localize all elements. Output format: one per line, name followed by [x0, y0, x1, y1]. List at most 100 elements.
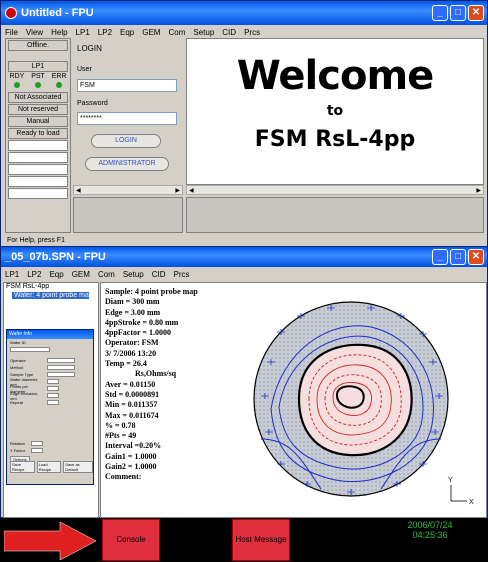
menu-prcs[interactable]: Prcs	[244, 28, 260, 37]
points-field[interactable]	[47, 386, 59, 391]
wafer-map-panel: Sample: 4 point probe map Diam = 300 mm Ed…	[100, 282, 487, 518]
scroll-right-icon[interactable]: ▶	[476, 187, 481, 194]
edge-field[interactable]	[47, 393, 59, 398]
login-panel: LOGIN User FSM Password ******** LOGIN A…	[73, 38, 183, 188]
login-lower-pane	[73, 197, 183, 233]
menu-help[interactable]: Help	[51, 28, 67, 37]
password-label: Password	[77, 100, 108, 107]
menu-cid[interactable]: CID	[152, 270, 166, 279]
host-message-button[interactable]: Host Message	[232, 519, 290, 561]
close-button[interactable]: ✕	[468, 5, 484, 21]
user-label: User	[77, 66, 92, 73]
welcome-product: FSM RsL-4pp	[254, 127, 416, 152]
stat-line: 4ppStroke = 0.80 mm	[105, 317, 179, 327]
yfactor-field[interactable]	[31, 448, 43, 453]
wafer-id-label: Wafer ID	[10, 340, 26, 345]
stat-line: Edge = 3.00 mm	[105, 307, 161, 317]
empty-status-5	[8, 188, 68, 199]
empty-status-2	[8, 152, 68, 163]
maximize-button[interactable]: □	[450, 249, 466, 265]
stat-line: Rs,Ohms/sq	[135, 369, 177, 379]
login-button[interactable]: LOGIN	[91, 134, 161, 148]
stat-line: Sample: 4 point probe map	[105, 287, 198, 296]
edge-row: Edge exclusion, mm	[7, 390, 93, 401]
empty-status-4	[8, 176, 68, 187]
window2-titlebar[interactable]: _05_07b.SPN - FPU _ □ ✕	[1, 247, 487, 267]
menu-lp1[interactable]: LP1	[76, 28, 90, 37]
rdy-label: RDY	[9, 73, 25, 80]
administrator-button[interactable]: ADMINISTRATOR	[85, 157, 169, 171]
menu-setup[interactable]: Setup	[193, 28, 214, 37]
wafer-info-dialog: Wafer Info Wafer ID Operator Method Samp…	[6, 329, 94, 485]
repeat-field[interactable]	[47, 400, 59, 405]
welcome-hscroll[interactable]: ◀ ▶	[186, 185, 484, 195]
project-tree: FSM RsL-4pp Wafer: 4 point probe ma Wafe…	[3, 282, 99, 518]
menu-prcs[interactable]: Prcs	[174, 270, 190, 279]
minimize-button[interactable]: _	[432, 249, 448, 265]
maximize-button[interactable]: □	[450, 5, 466, 21]
menu-lp1[interactable]: LP1	[5, 270, 19, 279]
diameter-field[interactable]	[47, 379, 59, 384]
stat-line: Gain2 = 1.0000	[105, 462, 157, 472]
save-default-button[interactable]: Save as Default	[63, 460, 93, 473]
edge-label: Edge exclusion, mm	[10, 390, 39, 401]
menu-com[interactable]: Com	[168, 28, 185, 37]
wafer-id-row: Wafer ID	[7, 339, 93, 346]
scroll-left-icon[interactable]: ◀	[189, 187, 194, 194]
scroll-left-icon[interactable]: ◀	[76, 187, 81, 194]
close-button[interactable]: ✕	[468, 249, 484, 265]
operator-field[interactable]	[47, 358, 75, 363]
arrow-right-icon	[4, 522, 96, 560]
minimize-button[interactable]: _	[432, 5, 448, 21]
menu-eqp[interactable]: Eqp	[49, 270, 63, 279]
stat-line: Diam = 300 mm	[105, 297, 160, 307]
scroll-right-icon[interactable]: ▶	[175, 187, 180, 194]
password-input[interactable]: ********	[77, 112, 177, 125]
load-recipe-button[interactable]: Load Recipe	[36, 460, 62, 473]
menu-file[interactable]: File	[5, 28, 18, 37]
sample-type-select[interactable]	[47, 372, 75, 377]
empty-status-1	[8, 140, 68, 151]
operator-row: Operator	[7, 357, 93, 364]
mode-status: Manual	[8, 116, 68, 127]
menu-eqp[interactable]: Eqp	[120, 28, 134, 37]
save-recipe-button[interactable]: Save Recipe	[10, 460, 35, 473]
login-hscroll[interactable]: ◀ ▶	[73, 185, 183, 195]
menu-lp2[interactable]: LP2	[27, 270, 41, 279]
menu-com[interactable]: Com	[98, 270, 115, 279]
help-statusbar: For Help, press F1	[7, 237, 65, 244]
err-led-icon	[56, 82, 63, 88]
user-input[interactable]: FSM	[77, 79, 177, 92]
tree-wafer-item[interactable]: Wafer: 4 point probe ma	[12, 292, 89, 299]
stat-line: Min = 0.011357	[105, 400, 158, 410]
login-heading: LOGIN	[77, 44, 102, 53]
wafer-map: Y X	[253, 301, 474, 506]
menu-gem[interactable]: GEM	[72, 270, 90, 279]
tree-root[interactable]: FSM RsL-4pp	[4, 283, 98, 290]
method-select[interactable]	[47, 365, 75, 370]
err-label: ERR	[51, 73, 67, 80]
x-axis-label: X	[469, 499, 474, 506]
window1-titlebar[interactable]: Untitled - FPU _ □ ✕	[1, 1, 487, 25]
wafer-id-field-row	[7, 346, 93, 353]
clock: 2006/07/24 04:25:36	[400, 520, 460, 540]
repeat-row: Repeat	[7, 399, 93, 406]
menu-lp2[interactable]: LP2	[98, 28, 112, 37]
wafer-info-title[interactable]: Wafer Info	[7, 330, 93, 339]
stat-line: Gain1 = 1.0000	[105, 451, 157, 461]
console-button[interactable]: Console	[102, 519, 160, 561]
led-labels: RDY PST ERR	[6, 73, 70, 80]
stat-line: Comment:	[105, 472, 142, 482]
stat-line: Std = 0.0000891	[105, 389, 160, 399]
method-row: Method	[7, 364, 93, 371]
menu-cid[interactable]: CID	[222, 28, 236, 37]
menu-view[interactable]: View	[26, 28, 43, 37]
rotation-field[interactable]	[31, 441, 43, 446]
menu-setup[interactable]: Setup	[123, 270, 144, 279]
window2-menubar: LP1 LP2 Eqp GEM Com Setup CID Prcs	[1, 267, 487, 281]
load-status: Ready to load	[8, 128, 68, 139]
menu-gem[interactable]: GEM	[142, 28, 160, 37]
wafer-id-field[interactable]	[10, 347, 50, 352]
operator-label: Operator	[10, 358, 26, 363]
clock-date: 2006/07/24	[407, 520, 453, 530]
